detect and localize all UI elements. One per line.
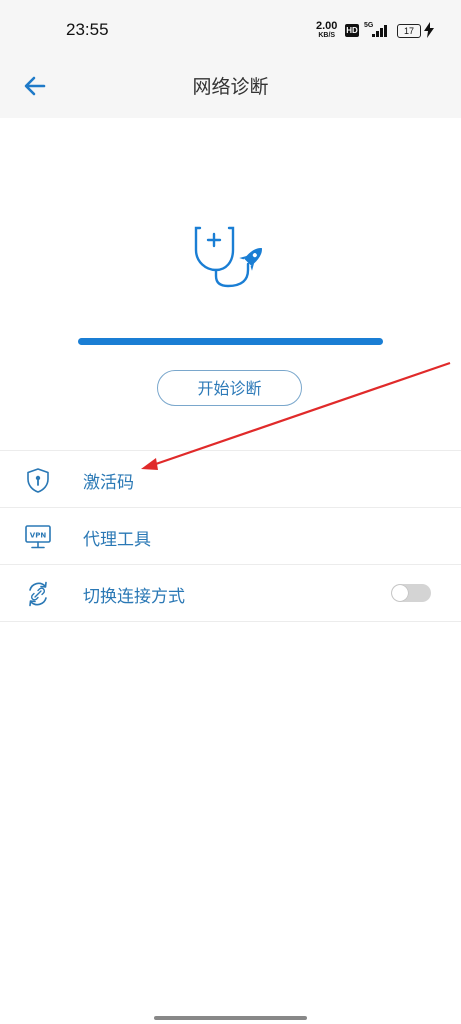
status-time: 23:55 bbox=[66, 20, 109, 39]
status-bar: 23:55 2.00 KB/S HD 5G 17 bbox=[0, 0, 461, 60]
battery-icon: 17 bbox=[397, 24, 421, 38]
page-title: 网络诊断 bbox=[192, 76, 269, 98]
list-item-label: 代理工具 bbox=[83, 530, 151, 550]
network-speed: 2.00 KB/S bbox=[316, 21, 337, 41]
switch-connection-icon bbox=[29, 581, 47, 607]
list-item-activation-code[interactable]: 激活码 bbox=[0, 451, 461, 508]
toggle-knob bbox=[392, 585, 408, 601]
svg-text:VPN: VPN bbox=[30, 532, 47, 540]
diagnosis-progress-fill bbox=[78, 338, 383, 345]
list-item-proxy-tools[interactable]: VPN 代理工具 bbox=[0, 508, 461, 565]
signal-icon bbox=[372, 25, 387, 37]
connection-mode-toggle[interactable] bbox=[391, 584, 431, 602]
hd-badge: HD bbox=[345, 24, 359, 37]
stethoscope-rocket-icon bbox=[194, 226, 262, 288]
settings-list: 激活码 VPN 代理工具 切换连接方式 bbox=[0, 450, 461, 622]
app-header: 网络诊断 bbox=[0, 60, 461, 118]
network-speed-unit: KB/S bbox=[318, 32, 336, 39]
shield-key-icon bbox=[27, 468, 49, 493]
vpn-monitor-icon: VPN bbox=[25, 525, 51, 549]
home-indicator[interactable] bbox=[154, 1016, 307, 1020]
diagnosis-progress-bar bbox=[78, 338, 383, 345]
charging-icon bbox=[424, 22, 434, 38]
list-item-switch-connection[interactable]: 切换连接方式 bbox=[0, 565, 461, 622]
start-diagnosis-button[interactable]: 开始诊断 bbox=[157, 370, 302, 406]
list-item-label: 切换连接方式 bbox=[83, 587, 185, 607]
list-item-label: 激活码 bbox=[83, 473, 134, 493]
